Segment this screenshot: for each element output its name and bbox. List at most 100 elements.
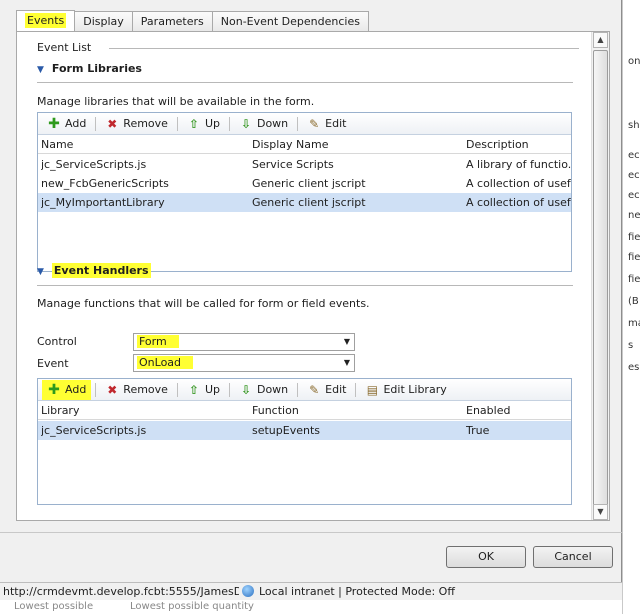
edit-library-button[interactable]: ✎ Edit — [302, 114, 351, 134]
remove-label: Remove — [123, 117, 168, 130]
down-label: Down — [256, 117, 289, 130]
edit-icon: ✎ — [309, 116, 320, 131]
background-text: es — [628, 362, 640, 373]
ok-button[interactable]: OK — [446, 546, 526, 568]
tab-events-label: Events — [25, 13, 67, 28]
scroll-up-icon[interactable]: ▲ — [593, 32, 608, 48]
scrollbar-thumb[interactable] — [593, 50, 608, 512]
move-down-button[interactable]: ⇩ Down — [234, 380, 293, 400]
background-text: fie — [628, 274, 640, 285]
library-icon: ▤ — [366, 382, 379, 397]
chevron-down-icon: ▼ — [343, 337, 350, 346]
background-text: fie — [628, 232, 640, 243]
arrow-down-icon: ⇩ — [240, 116, 252, 131]
event-handlers-header[interactable]: ▼ Event Handlers — [37, 263, 151, 278]
library-name: jc_ServiceScripts.js — [41, 158, 147, 171]
form-libraries-header-row: Name Display Name Description — [38, 136, 571, 154]
arrow-up-icon: ⇧ — [188, 116, 199, 131]
move-up-button[interactable]: ⇧ Up — [182, 380, 225, 400]
library-display-name: Generic client jscript — [252, 196, 366, 209]
form-properties-dialog: Events Display Parameters Non-Event Depe… — [0, 0, 622, 582]
edit-handler-button[interactable]: ✎ Edit — [302, 380, 351, 400]
status-url: http://crmdevmt.develop.fcbt:5555/JamesD… — [3, 585, 239, 598]
toolbar-separator — [176, 382, 178, 397]
tab-display[interactable]: Display — [74, 11, 133, 32]
library-name: jc_MyImportantLibrary — [41, 196, 165, 209]
form-libraries-header[interactable]: ▼ Form Libraries — [37, 62, 142, 75]
move-up-button[interactable]: ⇧ Up — [182, 114, 225, 134]
column-header-enabled[interactable]: Enabled — [466, 402, 510, 420]
add-icon: ✚ — [48, 115, 60, 132]
column-header-function[interactable]: Function — [252, 402, 299, 420]
edit-library-label: Edit Library — [383, 383, 447, 396]
background-text: s — [628, 340, 634, 351]
cancel-button[interactable]: Cancel — [533, 546, 613, 568]
tab-events[interactable]: Events — [16, 10, 76, 32]
scroll-down-icon[interactable]: ▼ — [593, 504, 608, 520]
remove-library-button[interactable]: ✖ Remove — [100, 114, 173, 134]
table-row-selected[interactable]: jc_MyImportantLibrary Generic client jsc… — [38, 193, 571, 212]
edit-library-button[interactable]: ▤ Edit Library — [360, 380, 451, 400]
background-window-strip: on sh ec ec ec ne fie fie fie (B ma s es — [622, 0, 640, 614]
event-handlers-title: Event Handlers — [51, 263, 151, 278]
toolbar-separator — [176, 116, 178, 131]
move-down-button[interactable]: ⇩ Down — [234, 114, 293, 134]
column-header-display-name[interactable]: Display Name — [252, 136, 329, 154]
handler-enabled: True — [466, 424, 490, 437]
add-label: Add — [65, 117, 87, 130]
chevron-down-icon: ▼ — [343, 358, 350, 367]
background-window-bottom: Lowest possible Lowest possible quantity — [0, 600, 622, 614]
library-description: A collection of usef... — [466, 196, 571, 209]
event-label: Event — [37, 357, 69, 370]
arrow-down-icon: ⇩ — [240, 382, 252, 397]
down-label: Down — [256, 383, 289, 396]
table-row[interactable]: new_FcbGenericScripts Generic client jsc… — [38, 174, 571, 193]
library-display-name: Generic client jscript — [252, 177, 366, 190]
edit-icon: ✎ — [309, 382, 320, 397]
add-label: Add — [65, 383, 87, 396]
remove-label: Remove — [123, 383, 168, 396]
background-text: ec — [628, 190, 640, 201]
toolbar-separator — [228, 382, 230, 397]
tab-non-event-dependencies[interactable]: Non-Event Dependencies — [211, 11, 369, 32]
form-libraries-grid: ✚ Add ✖ Remove ⇧ Up ⇩ Down ✎ Edit Name Displa… — [37, 112, 572, 272]
toolbar-separator — [355, 382, 357, 397]
remove-icon: ✖ — [107, 382, 118, 397]
security-zone-text: Local intranet | Protected Mode: Off — [259, 585, 455, 598]
vertical-scrollbar[interactable]: ▲ ▼ — [591, 32, 609, 520]
background-text: ma — [628, 318, 640, 329]
event-value: OnLoad — [137, 356, 194, 369]
background-text: on — [628, 56, 640, 67]
event-handlers-header-row: Library Function Enabled — [38, 402, 571, 420]
arrow-up-icon: ⇧ — [188, 382, 199, 397]
handler-function: setupEvents — [252, 424, 321, 437]
background-text: ec — [628, 150, 640, 161]
up-label: Up — [204, 117, 220, 130]
column-header-library[interactable]: Library — [41, 402, 79, 420]
control-select[interactable]: Form ▼ — [133, 333, 355, 351]
event-select[interactable]: OnLoad ▼ — [133, 354, 355, 372]
library-name: new_FcbGenericScripts — [41, 177, 169, 190]
toolbar-separator — [228, 116, 230, 131]
background-text: sh — [628, 120, 640, 131]
edit-label: Edit — [325, 117, 347, 130]
add-handler-button[interactable]: ✚ Add — [42, 379, 92, 400]
tab-parameters[interactable]: Parameters — [131, 11, 213, 32]
library-display-name: Service Scripts — [252, 158, 334, 171]
background-text: Lowest possible — [14, 601, 94, 612]
remove-handler-button[interactable]: ✖ Remove — [100, 380, 173, 400]
control-label: Control — [37, 335, 77, 348]
form-libraries-title: Form Libraries — [51, 62, 142, 75]
column-header-name[interactable]: Name — [41, 136, 73, 154]
table-row-selected[interactable]: jc_ServiceScripts.js setupEvents True — [38, 421, 571, 440]
column-header-description[interactable]: Description — [466, 136, 529, 154]
background-text: Lowest possible quantity — [130, 601, 254, 612]
toolbar-separator — [95, 382, 97, 397]
status-bar: http://crmdevmt.develop.fcbt:5555/JamesD… — [0, 582, 622, 600]
event-handlers-toolbar: ✚ Add ✖ Remove ⇧ Up ⇩ Down ✎ Edit ▤ Edit Libra… — [38, 379, 571, 401]
background-text: ne — [628, 210, 640, 221]
add-library-button[interactable]: ✚ Add — [42, 114, 91, 134]
background-text: (B — [628, 296, 639, 307]
table-row[interactable]: jc_ServiceScripts.js Service Scripts A l… — [38, 155, 571, 174]
control-value: Form — [137, 335, 179, 348]
